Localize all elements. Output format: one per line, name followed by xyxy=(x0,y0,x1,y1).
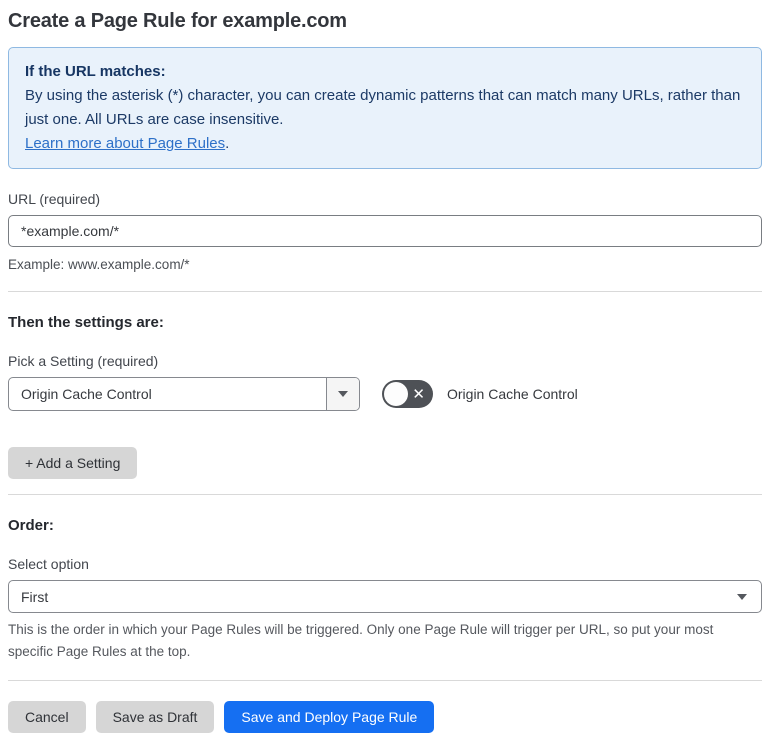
toggle-off-x-icon: ✕ xyxy=(412,385,425,403)
url-input[interactable] xyxy=(8,215,762,247)
add-setting-button[interactable]: + Add a Setting xyxy=(8,447,138,479)
footer-actions: Cancel Save as Draft Save and Deploy Pag… xyxy=(8,701,762,733)
order-select-value: First xyxy=(21,588,49,605)
divider xyxy=(8,680,762,681)
settings-section-heading: Then the settings are: xyxy=(8,314,164,331)
url-match-info-box: If the URL matches: By using the asteris… xyxy=(8,47,762,169)
link-period: . xyxy=(225,135,230,152)
info-box-heading: If the URL matches: xyxy=(25,63,166,80)
info-box-link-line: Learn more about Page Rules. xyxy=(25,132,745,156)
add-setting-wrap: + Add a Setting xyxy=(8,447,762,479)
cancel-button[interactable]: Cancel xyxy=(8,701,86,733)
learn-more-link[interactable]: Learn more about Page Rules xyxy=(25,135,225,152)
divider xyxy=(8,494,762,495)
chevron-down-icon xyxy=(737,593,747,600)
toggle-knob xyxy=(384,382,408,406)
setting-select-arrow-button[interactable] xyxy=(326,378,359,410)
order-helper-text: This is the order in which your Page Rul… xyxy=(8,622,714,659)
info-box-body: By using the asterisk (*) character, you… xyxy=(25,87,741,128)
order-select[interactable]: First xyxy=(8,580,762,613)
setting-row: Origin Cache Control ✕ Origin Cache Cont… xyxy=(8,377,762,411)
order-section-heading: Order: xyxy=(8,517,54,534)
setting-select[interactable]: Origin Cache Control xyxy=(8,377,360,411)
divider xyxy=(8,291,762,292)
setting-picker-label: Pick a Setting (required) xyxy=(8,353,159,369)
page-title: Create a Page Rule for example.com xyxy=(8,10,347,32)
url-field-label: URL (required) xyxy=(8,191,101,207)
url-example-helper: Example: www.example.com/* xyxy=(8,257,190,272)
create-page-rule-form: Create a Page Rule for example.com If th… xyxy=(0,0,770,733)
setting-select-value: Origin Cache Control xyxy=(21,386,152,402)
save-and-deploy-button[interactable]: Save and Deploy Page Rule xyxy=(224,701,435,733)
save-as-draft-button[interactable]: Save as Draft xyxy=(95,701,215,733)
toggle-label: Origin Cache Control xyxy=(447,386,578,402)
order-select-label: Select option xyxy=(8,556,89,572)
chevron-down-icon xyxy=(338,391,348,397)
origin-cache-control-toggle[interactable]: ✕ xyxy=(382,380,433,408)
